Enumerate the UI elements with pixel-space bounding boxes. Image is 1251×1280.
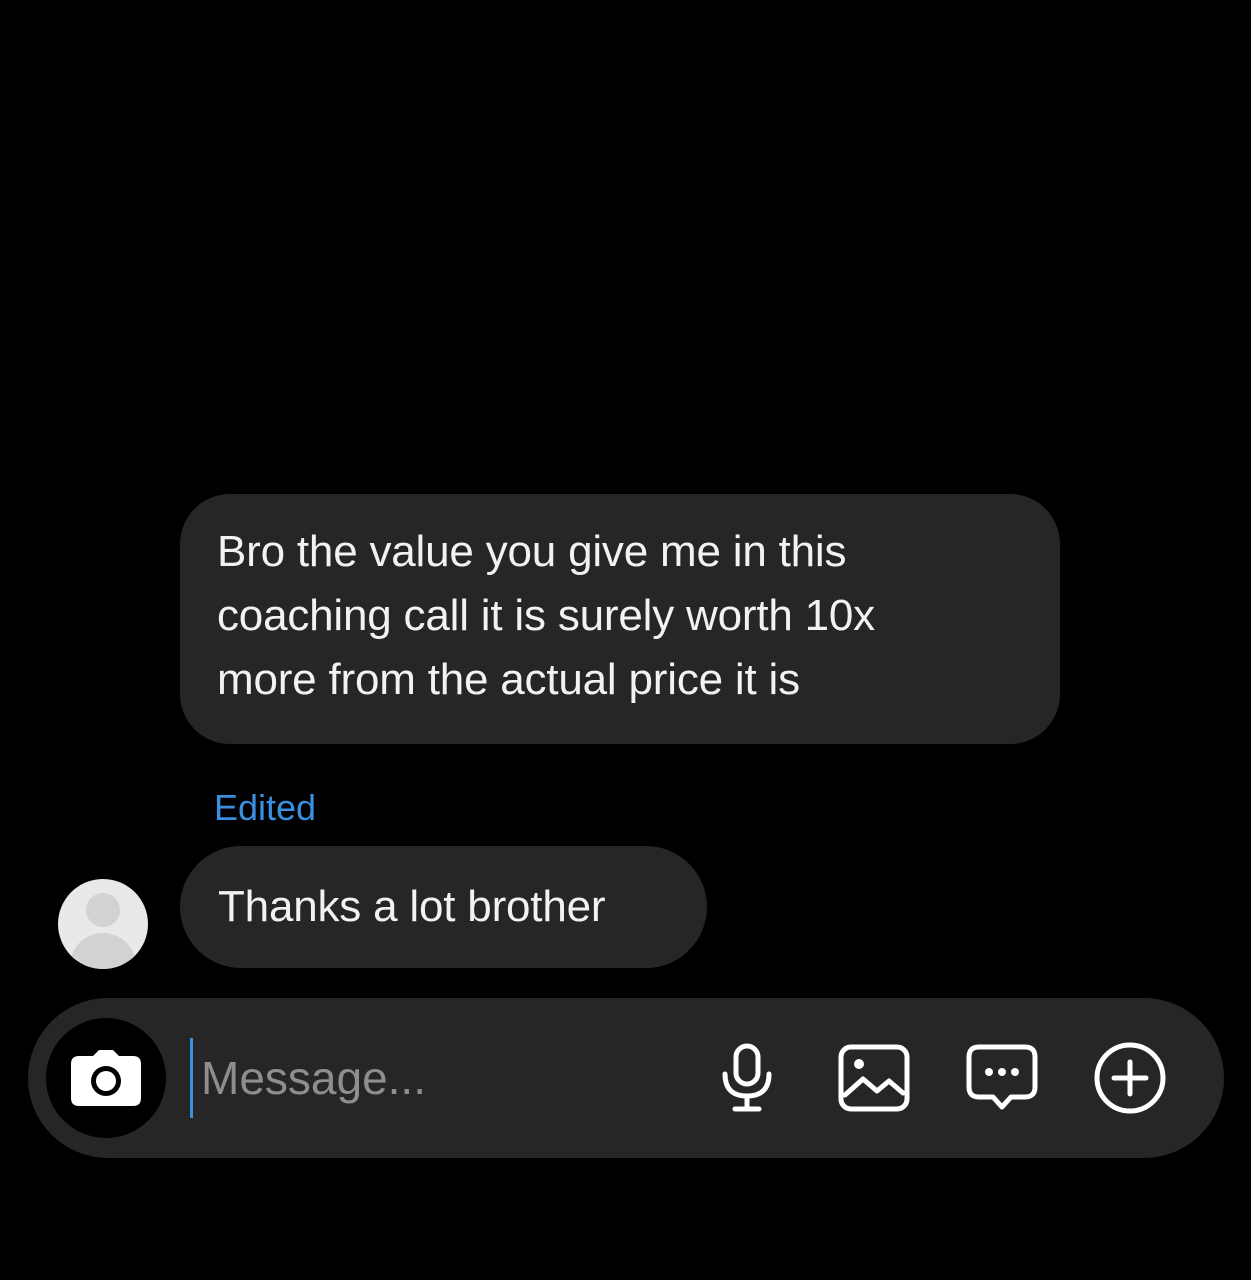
avatar-head (86, 893, 120, 927)
message-line: more from the actual price it is (217, 655, 800, 704)
edited-label[interactable]: Edited (214, 786, 316, 830)
avatar-shoulders (70, 933, 136, 969)
gallery-button[interactable] (832, 1036, 916, 1120)
plus-circle-icon (1093, 1041, 1167, 1115)
microphone-icon (717, 1042, 777, 1114)
message-bubble[interactable]: Thanks a lot brother (180, 846, 707, 968)
add-button[interactable] (1088, 1036, 1172, 1120)
avatar[interactable] (58, 879, 148, 969)
message-input[interactable] (190, 1038, 681, 1118)
sticker-button[interactable] (960, 1036, 1044, 1120)
camera-button[interactable] (46, 1018, 166, 1138)
microphone-button[interactable] (705, 1036, 789, 1120)
gallery-icon (837, 1043, 911, 1113)
camera-icon (71, 1050, 141, 1106)
chat-screen: Bro the value you give me in this coachi… (0, 0, 1251, 1280)
message-line: coaching call it is surely worth 10x (217, 591, 875, 640)
message-bubble[interactable]: Bro the value you give me in this coachi… (180, 494, 1060, 744)
message-line: Bro the value you give me in this (217, 527, 847, 576)
sticker-icon (965, 1043, 1039, 1113)
